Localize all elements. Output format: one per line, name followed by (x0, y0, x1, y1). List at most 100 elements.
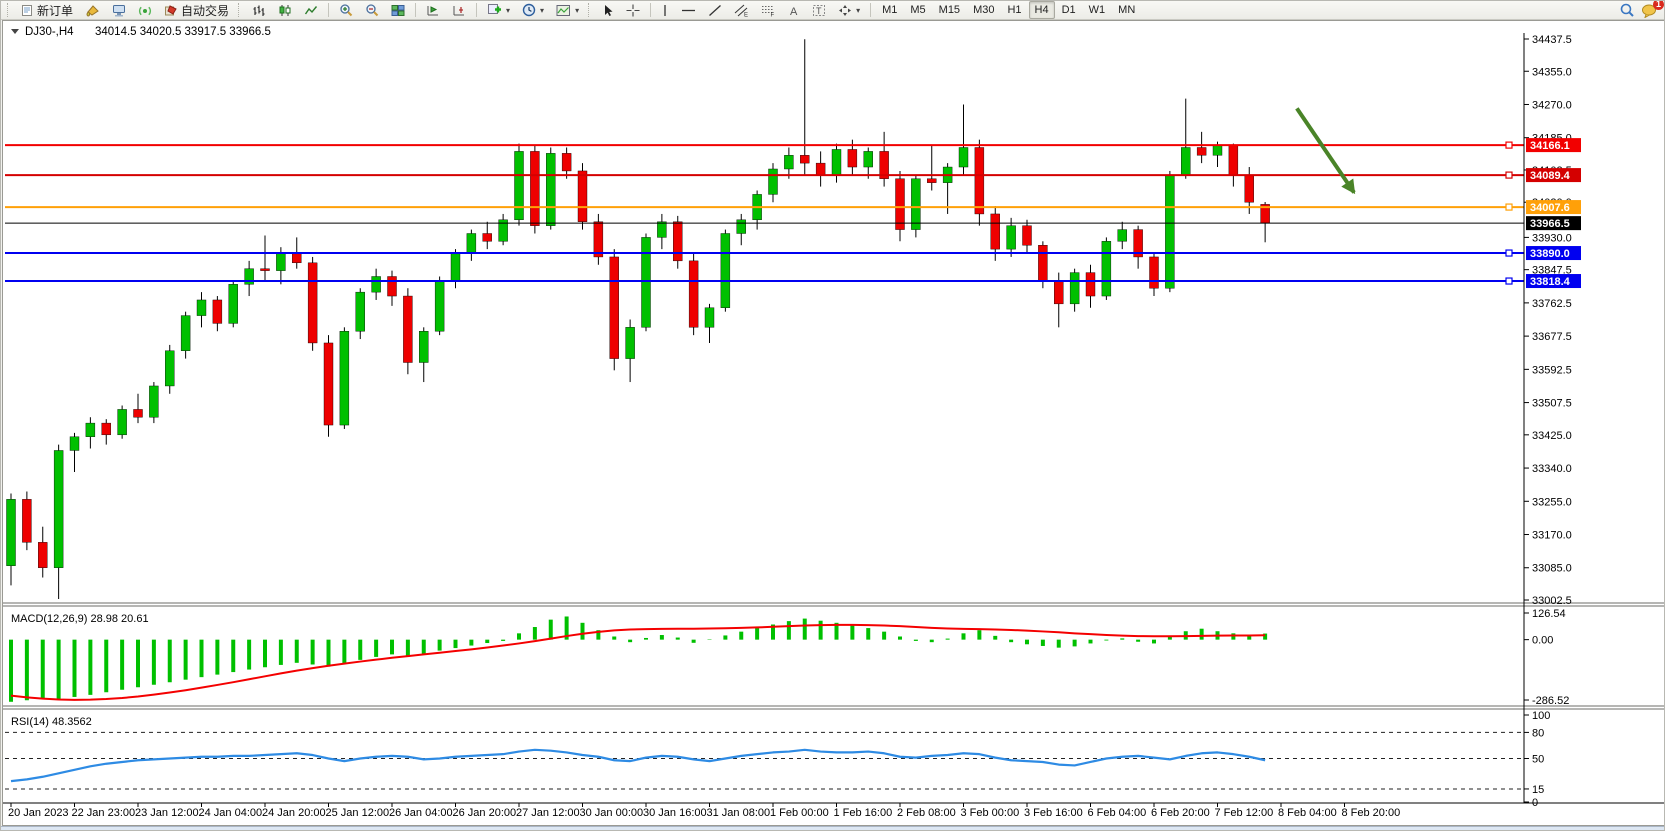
candle-down (673, 222, 682, 261)
auto-trading-icon (164, 4, 178, 17)
candle-up (657, 222, 666, 238)
timeframe-button-m30[interactable]: M30 (967, 1, 1000, 19)
candle-up (86, 423, 95, 437)
timeframe-button-d1[interactable]: D1 (1056, 1, 1082, 19)
new-order-icon (21, 4, 34, 17)
cursor-button[interactable] (597, 1, 619, 20)
chart-title: DJ30-,H434014.5 34020.5 33917.5 33966.5 (11, 26, 271, 38)
symbol-dropdown-icon[interactable] (11, 29, 19, 34)
arrow-shaft[interactable] (1297, 108, 1354, 192)
price-tick-label: 33340.0 (1532, 463, 1572, 475)
search-icon[interactable] (1619, 2, 1635, 18)
candle-down (562, 153, 571, 171)
zoom-out-icon (365, 3, 379, 17)
hline-handle[interactable] (1506, 172, 1512, 178)
vertical-line-icon (661, 4, 669, 17)
new-order-button[interactable]: 新订单 (16, 1, 78, 20)
market-watch-button[interactable] (107, 1, 131, 20)
rsi-tick-label: 15 (1532, 784, 1544, 796)
candle-up (1007, 226, 1016, 249)
price-tick-label: 33425.0 (1532, 430, 1572, 442)
candle-down (1023, 226, 1032, 246)
time-axis[interactable]: 20 Jan 202322 Jan 23:0023 Jan 12:0024 Ja… (3, 803, 1664, 819)
timeframe-button-h4[interactable]: H4 (1029, 1, 1055, 19)
candle-down (22, 499, 31, 542)
vertical-line-button[interactable] (656, 1, 674, 20)
time-tick-label: 7 Feb 12:00 (1215, 807, 1274, 819)
bar-chart-button[interactable] (247, 1, 271, 20)
candle-down (483, 233, 492, 241)
timeframe-button-mn[interactable]: MN (1112, 1, 1141, 19)
main-toolbar: 新订单 自动交易 (1, 1, 1664, 20)
timeframe-button-m1[interactable]: M1 (876, 1, 903, 19)
toolbar-grip[interactable] (588, 3, 593, 17)
chart-shift-button[interactable] (447, 1, 471, 20)
text-label-button[interactable]: T (807, 1, 831, 20)
candlestick-icon (278, 4, 292, 17)
hline-handle[interactable] (1506, 142, 1512, 148)
paint-bucket-icon (85, 4, 100, 17)
toolbar-grip[interactable] (238, 3, 243, 17)
candles (7, 39, 1270, 599)
horizontal-lines[interactable] (5, 142, 1524, 284)
auto-trading-button[interactable]: 自动交易 (159, 1, 234, 20)
styles-button[interactable] (80, 1, 105, 20)
dropdown-caret: ▾ (540, 6, 544, 15)
chart-canvas[interactable]: 34437.534355.034270.034185.034102.534020… (3, 21, 1664, 825)
time-tick-label: 31 Jan 08:00 (707, 807, 771, 819)
candle-up (149, 386, 158, 417)
timeframe-button-h1[interactable]: H1 (1001, 1, 1027, 19)
fibonacci-icon: F (761, 4, 776, 17)
time-tick-label: 3 Feb 00:00 (961, 807, 1020, 819)
macd-signal-line (11, 625, 1265, 700)
notifications-icon[interactable]: 1 (1641, 3, 1658, 18)
terminal-window: 新订单 自动交易 (0, 0, 1665, 831)
toolbar-grip[interactable] (7, 3, 12, 17)
templates-button[interactable]: ▾ (551, 1, 584, 20)
horizontal-line-icon (681, 4, 696, 17)
candle-up (70, 437, 79, 451)
candlestick-chart-button[interactable] (273, 1, 297, 20)
time-tick-label: 2 Feb 08:00 (897, 807, 956, 819)
price-tick-label: 33592.5 (1532, 364, 1572, 376)
price-tick-label: 33085.0 (1532, 563, 1572, 575)
clock-icon (522, 3, 536, 17)
hline-handle[interactable] (1506, 278, 1512, 284)
auto-scroll-button[interactable] (421, 1, 445, 20)
hline-handle[interactable] (1506, 204, 1512, 210)
horizontal-line-button[interactable] (676, 1, 701, 20)
signals-button[interactable] (133, 1, 157, 20)
rsi-line (11, 750, 1265, 781)
timeframe-button-m5[interactable]: M5 (904, 1, 931, 19)
timeframe-button-m15[interactable]: M15 (933, 1, 966, 19)
text-button[interactable]: A (783, 1, 805, 20)
rsi-tick-label: 100 (1532, 710, 1550, 722)
crosshair-icon (626, 4, 640, 17)
candle-down (1038, 245, 1047, 280)
template-icon (556, 4, 571, 17)
candle-down (594, 222, 603, 257)
candle-up (467, 233, 476, 253)
toolbar-separator (870, 3, 871, 17)
indicators-button[interactable]: ▾ (482, 1, 515, 20)
arrows-button[interactable]: ▾ (833, 1, 865, 20)
candle-up (7, 499, 16, 565)
trendline-button[interactable] (703, 1, 727, 20)
crosshair-button[interactable] (621, 1, 645, 20)
candle-down (1229, 146, 1238, 175)
annotation-arrow[interactable] (1297, 108, 1355, 194)
timeframe-button-w1[interactable]: W1 (1083, 1, 1112, 19)
periods-button[interactable]: ▾ (517, 1, 549, 20)
dropdown-caret: ▾ (506, 6, 510, 15)
equidistant-channel-button[interactable]: E (729, 1, 754, 20)
hline-handle[interactable] (1506, 250, 1512, 256)
price-tick-label: 33677.5 (1532, 331, 1572, 343)
zoom-out-button[interactable] (360, 1, 384, 20)
fibonacci-button[interactable]: F (756, 1, 781, 20)
line-chart-button[interactable] (299, 1, 323, 20)
macd-pane: MACD(12,26,9) 28.98 20.61126.540.00-286.… (11, 608, 1569, 707)
tile-windows-button[interactable] (386, 1, 410, 20)
zoom-in-button[interactable] (334, 1, 358, 20)
rsi-tick-label: 50 (1532, 754, 1544, 766)
dropdown-caret: ▾ (856, 6, 860, 15)
